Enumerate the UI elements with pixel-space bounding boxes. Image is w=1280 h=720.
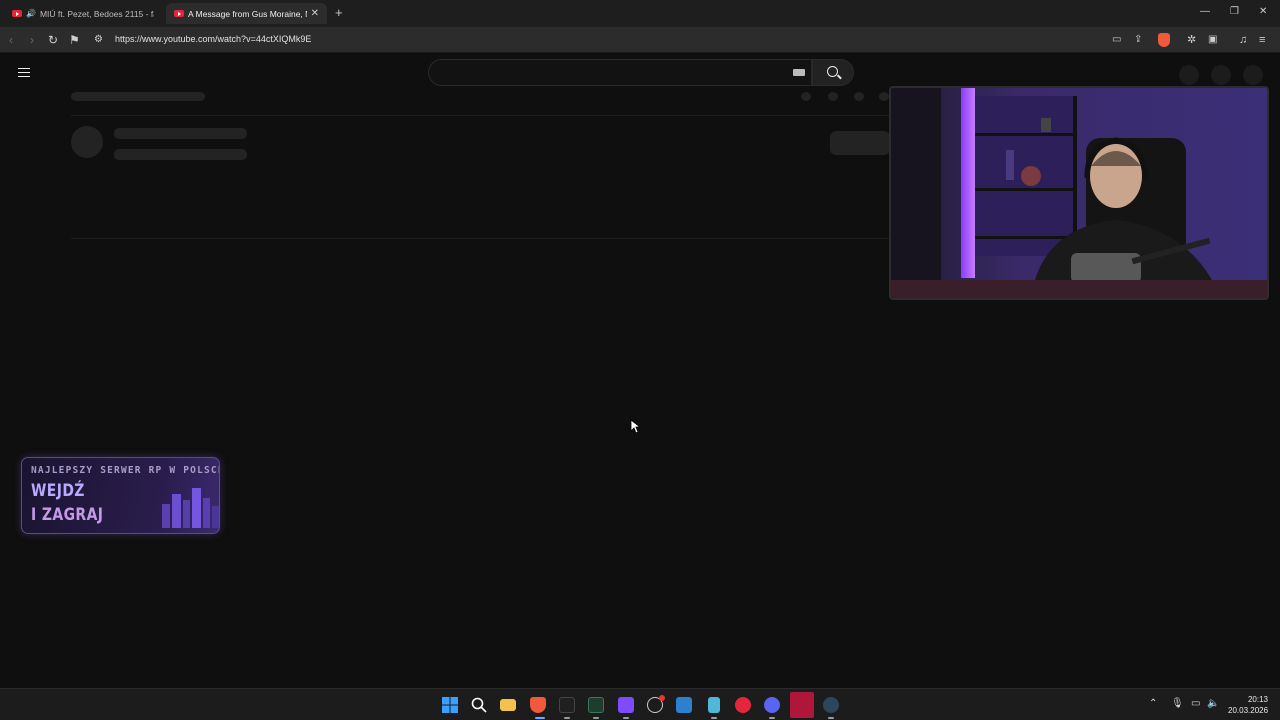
excel-icon[interactable] (588, 697, 604, 713)
extensions-icon[interactable]: ✲ (1187, 33, 1196, 47)
restore-icon[interactable]: ❐ (1230, 6, 1239, 17)
back-icon[interactable]: ‹ (9, 33, 13, 47)
windows-start-icon[interactable] (442, 697, 458, 713)
header-placeholder-circle (1211, 65, 1231, 85)
skeleton-subscribers (114, 149, 247, 160)
ad-banner[interactable]: NAJLEPSZY SERWER RP W POLSCE WEJDŹ I ZAG… (21, 457, 220, 534)
media-player-icon[interactable] (735, 697, 751, 713)
sidebar-icon[interactable]: ▣ (1208, 33, 1217, 47)
media-icon[interactable]: ♫ (1239, 33, 1247, 47)
youtube-favicon-icon (12, 10, 22, 17)
speaker-icon: 🔊 (26, 9, 36, 18)
hamburger-menu-icon[interactable] (18, 68, 30, 77)
active-app-indicator (535, 717, 545, 719)
tab-title: A Message from Gus Moraine, N (188, 8, 307, 19)
new-tab-icon[interactable]: + (335, 5, 343, 20)
search-button[interactable] (812, 59, 854, 86)
share-icon[interactable]: ⇪ (1134, 33, 1142, 47)
network-icon[interactable]: ▭ (1191, 698, 1200, 709)
minimize-icon[interactable]: — (1200, 6, 1210, 17)
clock-time: 20:13 (1247, 695, 1268, 704)
clock-date: 20.03.2026 (1228, 706, 1269, 715)
tab-title: MIÚ ft. Pezet, Bedoes 2115 - fant (39, 8, 154, 19)
mouse-cursor-icon (630, 419, 640, 434)
skeleton-subscribe-button (830, 131, 890, 155)
browser-tab-bar: 🔊 MIÚ ft. Pezet, Bedoes 2115 - fant A Me… (0, 0, 1280, 27)
avatar[interactable] (1243, 65, 1263, 85)
skeleton-avatar (71, 126, 103, 158)
running-app-indicator (593, 717, 599, 719)
keyboard-icon[interactable] (793, 69, 805, 76)
header-placeholder-circle (1179, 65, 1199, 85)
windows-taskbar: ⌃ 🎙 ▭ 🔈 20:13 20.03.2026 (0, 688, 1280, 720)
menu-icon[interactable]: ≡ (1259, 33, 1265, 47)
bookmark-icon[interactable]: ⚑ (69, 33, 80, 47)
divider (71, 115, 889, 116)
ad-headline-line2: I ZAGRAJ (31, 505, 104, 525)
volume-icon[interactable]: 🔈 (1207, 698, 1219, 709)
system-clock[interactable]: 20:13 20.03.2026 (1228, 694, 1268, 716)
steam-icon[interactable] (823, 697, 839, 713)
ad-headline-line1: WEJDŹ (31, 481, 85, 501)
discord-icon[interactable] (764, 697, 780, 713)
forward-icon[interactable]: › (30, 33, 34, 47)
app-grid-icon[interactable] (618, 697, 634, 713)
window-close-icon[interactable]: ✕ (1259, 6, 1267, 17)
notification-dot (659, 695, 665, 701)
brave-shields-icon[interactable] (1158, 33, 1170, 47)
skeleton-channel-name (114, 128, 247, 139)
running-app-indicator (623, 717, 629, 719)
skeleton-dot (879, 92, 889, 101)
running-app-indicator (769, 717, 775, 719)
youtube-favicon-icon (174, 10, 184, 17)
search-input[interactable] (428, 59, 812, 86)
notepad-icon[interactable] (708, 697, 720, 713)
browser-tab-active[interactable]: A Message from Gus Moraine, N ✕ (166, 3, 327, 24)
streaming-app-icon[interactable] (790, 692, 814, 718)
city-skyline-icon (162, 488, 219, 528)
brave-browser-icon[interactable] (530, 697, 546, 713)
search-icon[interactable] (471, 697, 487, 713)
close-tab-icon[interactable]: ✕ (311, 8, 319, 19)
tray-chevron-icon[interactable]: ⌃ (1149, 698, 1157, 709)
address-bar[interactable]: https://www.youtube.com/watch?v=44ctXIQM… (115, 34, 311, 44)
webcam-overlay (889, 86, 1269, 300)
terminal-icon[interactable] (559, 697, 575, 713)
running-app-indicator (828, 717, 834, 719)
microphone-icon[interactable]: 🎙 (1171, 698, 1184, 709)
reload-icon[interactable]: ↻ (48, 33, 58, 47)
running-app-indicator (711, 717, 717, 719)
divider (71, 238, 889, 239)
site-info-icon[interactable]: ⚙ (94, 33, 103, 47)
skeleton-dot (854, 92, 864, 101)
browser-toolbar: ‹ › ↻ ⚑ ⚙ https://www.youtube.com/watch?… (0, 27, 1280, 53)
running-app-indicator (564, 717, 570, 719)
skeleton-title (71, 92, 205, 101)
ad-tagline: NAJLEPSZY SERWER RP W POLSCE (31, 465, 220, 476)
cast-icon[interactable]: ▭ (1112, 33, 1121, 47)
file-explorer-icon[interactable] (500, 699, 516, 711)
skeleton-dot (828, 92, 838, 101)
browser-tab-inactive[interactable]: 🔊 MIÚ ft. Pezet, Bedoes 2115 - fant (4, 3, 162, 24)
skeleton-dot (801, 92, 811, 101)
image-editor-icon[interactable] (676, 697, 692, 713)
streamer-webcam-image (891, 88, 1267, 298)
